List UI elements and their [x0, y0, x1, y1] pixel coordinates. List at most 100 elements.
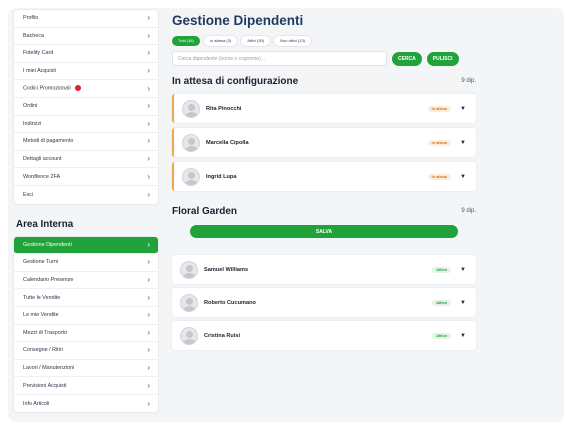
sidebar-item-label: Indirizzi	[23, 120, 42, 127]
sidebar-item-codici-promozionali[interactable]: Codici Promozionali ›	[14, 80, 158, 98]
sidebar-item-label: Fidelity Card	[23, 50, 54, 57]
sidebar-item-wordfence-2fa[interactable]: Wordfence 2FA ›	[14, 168, 158, 186]
sidebar-item-mezzi-trasporto[interactable]: Mezzi di Trasporto ›	[14, 325, 158, 343]
page-title: Gestione Dipendenti	[172, 13, 304, 28]
sidebar-item-dettagli-account[interactable]: Dettagli account ›	[14, 151, 158, 169]
employee-row[interactable]: Cristina Ruisi Attivo ▼	[172, 321, 476, 350]
avatar-icon	[182, 133, 200, 152]
internal-menu: Gestione Dipendenti › Gestione Turni › Cal…	[14, 236, 158, 413]
sidebar-item-label: Gestione Dipendenti	[23, 241, 72, 248]
main-content: Gestione Dipendenti Tutti (16) In attesa…	[172, 10, 476, 354]
sidebar-item-lavori-manutenzioni[interactable]: Lavori / Manutenzioni ›	[14, 360, 158, 378]
sidebar-item-label: Esci	[23, 191, 34, 198]
chevron-right-icon: ›	[147, 362, 150, 372]
sidebar-item-mie-vendite[interactable]: Le mie Vendite ›	[14, 307, 158, 325]
pending-section-header: In attesa di configurazione 9 dip.	[172, 73, 476, 89]
employee-row[interactable]: Ingrid Lupa In attesa ▼	[172, 162, 476, 191]
sidebar-item-label: Info Articoli	[23, 400, 50, 407]
chevron-right-icon: ›	[147, 101, 150, 111]
chevron-right-icon: ›	[147, 83, 150, 93]
caret-down-icon[interactable]: ▼	[460, 300, 466, 306]
sidebar-item-label: Consegne / Ritiri	[23, 347, 63, 354]
caret-down-icon[interactable]: ▼	[460, 174, 466, 180]
sidebar-item-label: I miei Acquisti	[23, 68, 56, 75]
sidebar-item-label: Bacheca	[23, 32, 44, 39]
sidebar-item-label: Previsioni Acquisti	[23, 382, 67, 389]
employee-row[interactable]: Samuel Williams Attivo ▼	[172, 255, 476, 284]
employee-name: Rita Pinocchi	[206, 105, 242, 112]
sidebar-item-label: Wordfence 2FA	[23, 173, 61, 180]
search-bar: CERCA PULISCI	[172, 51, 476, 66]
chevron-right-icon: ›	[147, 189, 150, 199]
store-employee-list: Samuel Williams Attivo ▼ Roberto Cucuman…	[172, 255, 476, 350]
sidebar-item-consegne-ritiri[interactable]: Consegne / Ritiri ›	[14, 342, 158, 360]
filter-tabs: Tutti (16) In attesa (3) Attivi (30) Non…	[172, 36, 476, 46]
area-interna-title: Area Interna	[16, 218, 74, 230]
avatar-icon	[180, 326, 198, 345]
status-badge: In attesa	[427, 173, 452, 180]
notification-dot-icon	[74, 85, 81, 92]
section-title: In attesa di configurazione	[172, 75, 299, 87]
employee-name: Cristina Ruisi	[204, 332, 241, 339]
caret-down-icon[interactable]: ▼	[460, 140, 466, 146]
employee-name: Samuel Williams	[204, 266, 249, 273]
employee-row[interactable]: Rita Pinocchi In attesa ▼	[172, 94, 476, 123]
sidebar-item-label: Calendario Presenze	[23, 277, 74, 284]
employee-name: Ingrid Lupa	[206, 173, 237, 180]
avatar-icon	[182, 167, 200, 186]
sidebar-item-label: Profilo	[23, 15, 39, 22]
caret-down-icon[interactable]: ▼	[460, 106, 466, 112]
sidebar-item-acquisti[interactable]: I miei Acquisti ›	[14, 63, 158, 81]
chevron-right-icon: ›	[147, 154, 150, 164]
clear-button[interactable]: PULISCI	[426, 51, 459, 66]
section-title: Floral Garden	[172, 205, 238, 217]
chevron-right-icon: ›	[147, 136, 150, 146]
sidebar-item-previsioni-acquisti[interactable]: Previsioni Acquisti ›	[14, 377, 158, 395]
employee-name: Marcella Cipolla	[206, 139, 249, 146]
chevron-right-icon: ›	[147, 118, 150, 128]
caret-down-icon[interactable]: ▼	[460, 267, 466, 273]
sidebar-item-indirizzi[interactable]: Indirizzi ›	[14, 116, 158, 134]
tab-non-attivi[interactable]: Non attivi (13)	[274, 36, 312, 46]
chevron-right-icon: ›	[147, 171, 150, 181]
sidebar-item-tutte-vendite[interactable]: Tutte le Vendite ›	[14, 289, 158, 307]
sidebar-item-info-articoli[interactable]: Info Articoli ›	[14, 395, 158, 413]
chevron-right-icon: ›	[147, 292, 150, 302]
sidebar-item-label: Le mie Vendite	[23, 312, 59, 319]
status-badge: Attivo	[432, 332, 452, 339]
save-button[interactable]: SALVA	[190, 225, 458, 238]
search-button[interactable]: CERCA	[392, 51, 422, 66]
sidebar-item-bacheca[interactable]: Bacheca ›	[14, 28, 158, 46]
chevron-right-icon: ›	[147, 275, 150, 285]
employee-row[interactable]: Roberto Cucumano Attivo ▼	[172, 288, 476, 317]
sidebar-item-ordini[interactable]: Ordini ›	[14, 98, 158, 116]
sidebar-item-label: Dettagli account	[23, 156, 62, 163]
sidebar-item-profilo[interactable]: Profilo ›	[14, 10, 158, 28]
tab-in-attesa[interactable]: In attesa (3)	[203, 36, 238, 46]
tab-attivi[interactable]: Attivi (30)	[241, 36, 271, 46]
chevron-right-icon: ›	[147, 30, 150, 40]
sidebar-item-metodi-pagamento[interactable]: Metodi di pagamento ›	[14, 133, 158, 151]
store-section-header: Floral Garden 9 dip.	[172, 203, 476, 219]
employee-row[interactable]: Marcella Cipolla In attesa ▼	[172, 128, 476, 157]
sidebar-item-calendario-presenze[interactable]: Calendario Presenze ›	[14, 272, 158, 290]
sidebar-item-label: Mezzi di Trasporto	[23, 329, 68, 336]
sidebar-item-fidelity-card[interactable]: Fidelity Card ›	[14, 45, 158, 63]
caret-down-icon[interactable]: ▼	[460, 333, 466, 339]
sidebar-item-gestione-turni[interactable]: Gestione Turni ›	[14, 254, 158, 272]
avatar-icon	[180, 260, 198, 279]
pending-employee-list: Rita Pinocchi In attesa ▼ Marcella Cipol…	[172, 94, 476, 191]
chevron-right-icon: ›	[147, 310, 150, 320]
sidebar-item-gestione-dipendenti[interactable]: Gestione Dipendenti ›	[14, 236, 158, 255]
tab-tutti[interactable]: Tutti (16)	[172, 36, 200, 46]
avatar-icon	[182, 99, 200, 118]
sidebar-item-esci[interactable]: Esci ›	[14, 186, 158, 204]
status-badge: Attivo	[432, 266, 452, 273]
employee-name: Roberto Cucumano	[204, 299, 256, 306]
sidebar-item-label: Tutte le Vendite	[23, 294, 61, 301]
chevron-right-icon: ›	[147, 327, 150, 337]
chevron-right-icon: ›	[147, 345, 150, 355]
status-badge: In attesa	[427, 105, 452, 112]
search-input[interactable]	[172, 51, 387, 66]
chevron-right-icon: ›	[147, 380, 150, 390]
